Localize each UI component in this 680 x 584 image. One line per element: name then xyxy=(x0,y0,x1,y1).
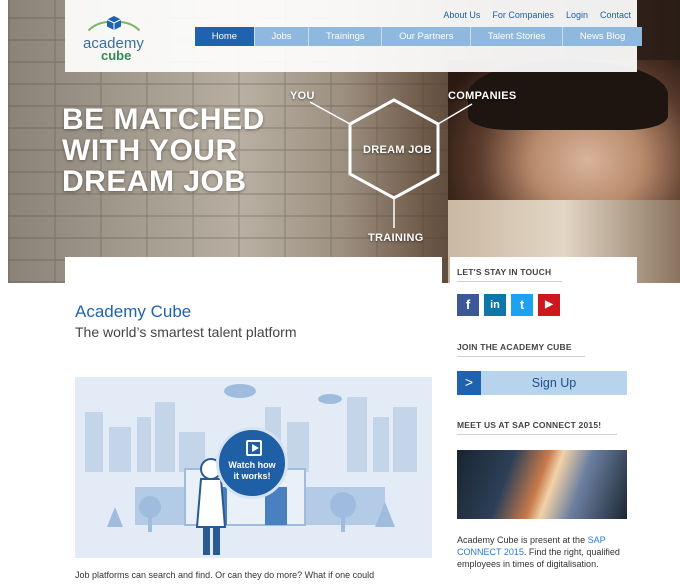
intro-text: Job platforms can search and find. Or ca… xyxy=(75,570,375,580)
heading-sap-connect: MEET US AT SAP CONNECT 2015! xyxy=(457,420,617,435)
facebook-icon[interactable]: f xyxy=(457,294,479,316)
link-contact[interactable]: Contact xyxy=(600,10,631,20)
nav-news-blog[interactable]: News Blog xyxy=(562,27,642,46)
sap-text-pre: Academy Cube is present at the xyxy=(457,535,588,545)
nav-jobs[interactable]: Jobs xyxy=(253,27,308,46)
heading-join: JOIN THE ACADEMY CUBE xyxy=(457,342,585,357)
heading-stay-in-touch: LET'S STAY IN TOUCH xyxy=(457,267,562,282)
sign-up-button[interactable]: > Sign Up xyxy=(457,371,627,395)
social-links: f in t ▶ xyxy=(457,294,560,316)
watch-video-button[interactable]: Watch how it works! xyxy=(216,427,288,499)
main-nav: Home Jobs Trainings Our Partners Talent … xyxy=(195,27,642,46)
logo-text-cube: cube xyxy=(101,48,132,63)
page-title: Academy Cube xyxy=(75,302,192,321)
dream-job-cube-diagram xyxy=(309,98,473,228)
sign-up-label: Sign Up xyxy=(531,376,577,390)
panel-fade xyxy=(65,257,442,283)
nav-home[interactable]: Home xyxy=(195,27,254,46)
hero-title: BE MATCHED WITH YOUR DREAM JOB xyxy=(62,103,265,198)
nav-talent-stories[interactable]: Talent Stories xyxy=(470,27,562,46)
hero-label-training: TRAINING xyxy=(368,232,424,244)
sap-connect-text: Academy Cube is present at the SAP CONNE… xyxy=(457,534,632,570)
top-links: About Us For Companies Login Contact xyxy=(443,10,631,20)
sap-connect-image[interactable] xyxy=(457,450,627,519)
link-login[interactable]: Login xyxy=(566,10,588,20)
linkedin-icon[interactable]: in xyxy=(484,294,506,316)
cube-icon xyxy=(106,16,122,30)
hero-label-you: YOU xyxy=(290,90,315,102)
watch-video-label: Watch how it works! xyxy=(228,460,276,481)
link-for-companies[interactable]: For Companies xyxy=(492,10,554,20)
twitter-icon[interactable]: t xyxy=(511,294,533,316)
hero-label-companies: COMPANIES xyxy=(448,90,517,102)
play-icon xyxy=(246,440,262,456)
nav-trainings[interactable]: Trainings xyxy=(308,27,381,46)
youtube-icon[interactable]: ▶ xyxy=(538,294,560,316)
chevron-right-icon: > xyxy=(457,371,481,395)
site-header: academy cube About Us For Companies Logi… xyxy=(65,0,642,72)
page-subtitle: The world’s smartest talent platform xyxy=(75,324,297,340)
hero-label-dream-job: DREAM JOB xyxy=(363,144,432,156)
nav-our-partners[interactable]: Our Partners xyxy=(381,27,470,46)
link-about-us[interactable]: About Us xyxy=(443,10,480,20)
academy-cube-logo[interactable]: academy cube xyxy=(79,13,149,63)
